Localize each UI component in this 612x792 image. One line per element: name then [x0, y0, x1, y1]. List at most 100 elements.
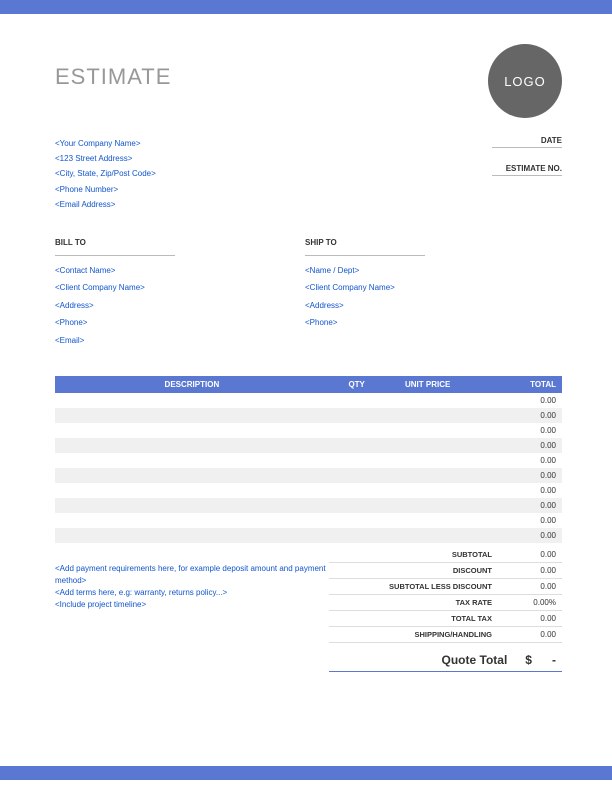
ship-to-company: <Client Company Name>	[305, 279, 555, 297]
bill-to-heading: BILL TO	[55, 234, 175, 256]
cell-total: 0.00	[471, 408, 562, 423]
ship-to-block: SHIP TO <Name / Dept> <Client Company Na…	[305, 234, 555, 350]
cell-qty	[329, 468, 385, 483]
cell-description	[55, 528, 329, 543]
cell-qty	[329, 438, 385, 453]
table-row: 0.00	[55, 528, 562, 543]
subtotal-row: SUBTOTAL 0.00	[329, 547, 562, 563]
col-description: DESCRIPTION	[55, 376, 329, 393]
table-row: 0.00	[55, 408, 562, 423]
cell-total: 0.00	[471, 468, 562, 483]
top-accent-bar	[0, 0, 612, 14]
cell-qty	[329, 483, 385, 498]
cell-description	[55, 498, 329, 513]
cell-total: 0.00	[471, 453, 562, 468]
col-qty: QTY	[329, 376, 385, 393]
tax-rate-label: TAX RATE	[329, 598, 502, 607]
logo-text: LOGO	[504, 74, 546, 89]
discount-value: 0.00	[502, 566, 562, 575]
cell-price	[385, 423, 471, 438]
notes-line: <Add terms here, e.g: warranty, returns …	[55, 587, 329, 599]
cell-total: 0.00	[471, 423, 562, 438]
bill-to-company: <Client Company Name>	[55, 279, 305, 297]
cell-qty	[329, 393, 385, 408]
cell-total: 0.00	[471, 498, 562, 513]
cell-qty	[329, 408, 385, 423]
ship-to-phone: <Phone>	[305, 314, 555, 332]
table-row: 0.00	[55, 438, 562, 453]
total-tax-value: 0.00	[502, 614, 562, 623]
company-address: <123 Street Address>	[55, 151, 156, 166]
company-meta-row: <Your Company Name> <123 Street Address>…	[55, 136, 562, 212]
quote-total-label: Quote Total	[442, 653, 508, 667]
logo-placeholder: LOGO	[488, 44, 562, 118]
cell-qty	[329, 513, 385, 528]
total-tax-row: TOTAL TAX 0.00	[329, 611, 562, 627]
cell-description	[55, 453, 329, 468]
quote-total-currency: $	[525, 653, 532, 667]
discount-label: DISCOUNT	[329, 566, 502, 575]
cell-price	[385, 498, 471, 513]
company-phone: <Phone Number>	[55, 182, 156, 197]
cell-qty	[329, 423, 385, 438]
cell-description	[55, 438, 329, 453]
cell-price	[385, 483, 471, 498]
cell-total: 0.00	[471, 438, 562, 453]
table-row: 0.00	[55, 498, 562, 513]
ship-to-heading: SHIP TO	[305, 234, 425, 256]
col-unit-price: UNIT PRICE	[385, 376, 471, 393]
meta-info: DATE ESTIMATE NO.	[492, 136, 562, 212]
cell-price	[385, 513, 471, 528]
cell-price	[385, 438, 471, 453]
company-name: <Your Company Name>	[55, 136, 156, 151]
tax-rate-row: TAX RATE 0.00%	[329, 595, 562, 611]
cell-qty	[329, 453, 385, 468]
notes-line: <Include project timeline>	[55, 599, 329, 611]
cell-total: 0.00	[471, 483, 562, 498]
col-total: TOTAL	[471, 376, 562, 393]
subtotal-less-discount-label: SUBTOTAL LESS DISCOUNT	[329, 582, 502, 591]
tax-rate-value: 0.00%	[502, 598, 562, 607]
header-row: ESTIMATE LOGO	[55, 44, 562, 118]
date-label: DATE	[492, 136, 562, 148]
cell-price	[385, 468, 471, 483]
table-row: 0.00	[55, 513, 562, 528]
discount-row: DISCOUNT 0.00	[329, 563, 562, 579]
cell-price	[385, 453, 471, 468]
subtotal-label: SUBTOTAL	[329, 550, 502, 559]
table-row: 0.00	[55, 393, 562, 408]
company-city: <City, State, Zip/Post Code>	[55, 166, 156, 181]
bill-to-address: <Address>	[55, 297, 305, 315]
table-row: 0.00	[55, 453, 562, 468]
shipping-row: SHIPPING/HANDLING 0.00	[329, 627, 562, 643]
cell-description	[55, 483, 329, 498]
table-row: 0.00	[55, 423, 562, 438]
line-items-table: DESCRIPTION QTY UNIT PRICE TOTAL 0.00 0.…	[55, 376, 562, 543]
notes-line: <Add payment requirements here, for exam…	[55, 563, 329, 587]
document-title: ESTIMATE	[55, 64, 171, 90]
cell-total: 0.00	[471, 393, 562, 408]
company-info: <Your Company Name> <123 Street Address>…	[55, 136, 156, 212]
bill-to-phone: <Phone>	[55, 314, 305, 332]
summary-area: <Add payment requirements here, for exam…	[55, 547, 562, 672]
cell-description	[55, 468, 329, 483]
total-tax-label: TOTAL TAX	[329, 614, 502, 623]
notes-block: <Add payment requirements here, for exam…	[55, 547, 329, 672]
shipping-label: SHIPPING/HANDLING	[329, 630, 502, 639]
cell-price	[385, 528, 471, 543]
subtotal-less-discount-row: SUBTOTAL LESS DISCOUNT 0.00	[329, 579, 562, 595]
cell-description	[55, 513, 329, 528]
estimate-no-label: ESTIMATE NO.	[492, 164, 562, 176]
bottom-accent-bar	[0, 766, 612, 780]
table-row: 0.00	[55, 468, 562, 483]
cell-total: 0.00	[471, 513, 562, 528]
cell-price	[385, 408, 471, 423]
cell-qty	[329, 528, 385, 543]
cell-description	[55, 408, 329, 423]
cell-description	[55, 393, 329, 408]
cell-total: 0.00	[471, 528, 562, 543]
bill-to-block: BILL TO <Contact Name> <Client Company N…	[55, 234, 305, 350]
table-header-row: DESCRIPTION QTY UNIT PRICE TOTAL	[55, 376, 562, 393]
subtotal-value: 0.00	[502, 550, 562, 559]
totals-block: SUBTOTAL 0.00 DISCOUNT 0.00 SUBTOTAL LES…	[329, 547, 562, 672]
